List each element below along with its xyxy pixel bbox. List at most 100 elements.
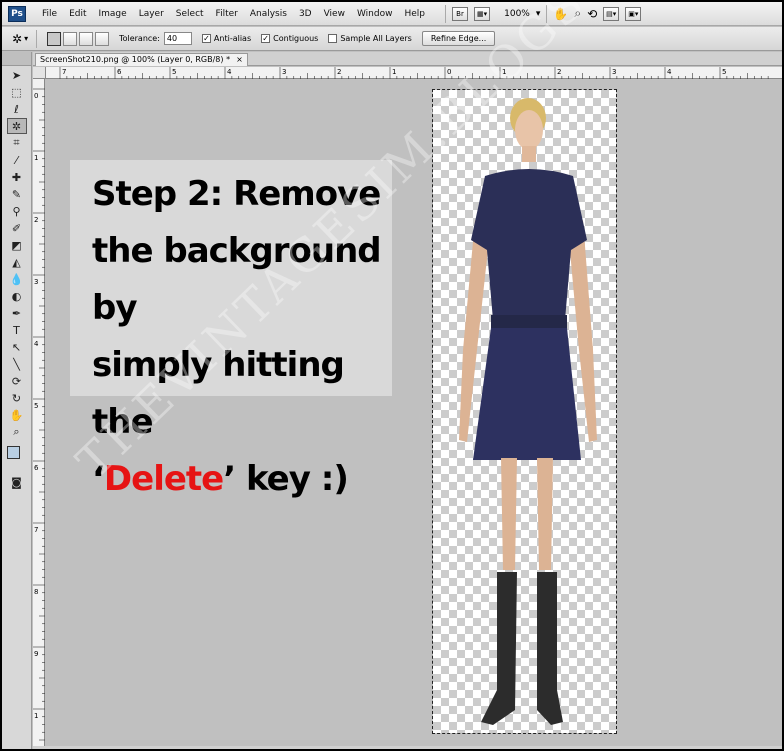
instruction-line-4-rest: ’ key :) <box>223 459 349 499</box>
view-extras-button[interactable]: ▦▾ <box>473 6 491 21</box>
ruler-label: 2 <box>34 216 38 224</box>
ruler-label: 4 <box>34 340 39 348</box>
ruler-label: 5 <box>722 68 726 76</box>
magic-wand-icon[interactable]: ✲ <box>12 32 22 46</box>
menu-help[interactable]: Help <box>398 9 431 19</box>
ruler-label: 5 <box>172 68 176 76</box>
ruler-label: 0 <box>447 68 451 76</box>
menu-filter[interactable]: Filter <box>210 9 244 19</box>
ruler-label: 8 <box>34 588 38 596</box>
foreground-color-swatch[interactable] <box>6 446 20 459</box>
3d-rotate-tool-icon[interactable]: ⟳ <box>7 373 27 389</box>
intersect-selection-button[interactable] <box>95 31 110 46</box>
contiguous-checkbox[interactable]: ✓ <box>261 34 271 43</box>
sample-all-layers-checkbox[interactable] <box>328 34 338 43</box>
menu-edit[interactable]: Edit <box>63 9 92 19</box>
crop-tool-icon[interactable]: ⌗ <box>7 135 27 151</box>
ruler-label: 1 <box>34 712 38 720</box>
brush-tool-icon[interactable]: ✎ <box>7 186 27 202</box>
menu-window[interactable]: Window <box>351 9 399 19</box>
bridge-button[interactable]: Br <box>451 6 468 21</box>
path-selection-tool-icon[interactable]: ↖ <box>7 339 27 355</box>
magic-wand-tool-icon[interactable]: ✲ <box>6 118 27 134</box>
ruler-label: 3 <box>34 278 38 286</box>
ruler-label: 6 <box>34 464 39 472</box>
zoom-icon[interactable]: ⌕ <box>574 6 581 21</box>
zoom-tool-icon[interactable]: ⌕ <box>7 424 27 440</box>
contiguous-label: Contiguous <box>273 34 319 43</box>
instruction-line-3: simply hitting the <box>92 345 345 442</box>
ruler-label: 4 <box>227 68 232 76</box>
3d-orbit-tool-icon[interactable]: ↻ <box>7 390 27 406</box>
close-icon[interactable]: × <box>236 54 243 66</box>
ruler-label: 0 <box>34 92 38 100</box>
marquee-tool-icon[interactable]: ⬚ <box>7 84 27 100</box>
menu-select[interactable]: Select <box>170 9 210 19</box>
vertical-ruler-ticks: 0 1 2 3 4 5 6 7 8 9 1 <box>33 88 45 749</box>
document-canvas[interactable] <box>432 89 617 734</box>
status-bar <box>33 746 782 749</box>
dodge-tool-icon[interactable]: ◐ <box>7 288 27 304</box>
blur-tool-icon[interactable]: 💧 <box>7 271 27 287</box>
gradient-tool-icon[interactable]: ◭ <box>7 254 27 270</box>
instruction-line-1: Step 2: Remove <box>92 174 381 214</box>
refine-edge-button[interactable]: Refine Edge... <box>421 31 496 46</box>
rotate-view-icon[interactable]: ⟲ <box>587 7 597 21</box>
ruler-label: 1 <box>34 154 38 162</box>
options-bar: ✲ ▾ Tolerance: ✓ Anti-alias ✓ Contiguous… <box>2 27 782 51</box>
ruler-origin[interactable] <box>33 67 46 79</box>
eyedropper-tool-icon[interactable]: ⁄ <box>7 152 27 168</box>
ruler-label: 2 <box>557 68 561 76</box>
instruction-line-4: ‘Delete’ key :) <box>92 451 392 508</box>
quick-mask-icon[interactable]: ◙ <box>7 474 27 490</box>
zoom-level[interactable]: 100% <box>504 9 530 19</box>
hand-icon[interactable]: ✋ <box>553 7 568 21</box>
tools-panel: ➤ ⬚ ℓ ✲ ⌗ ⁄ ✚ ✎ ⚲ ✐ ◩ ◭ 💧 ◐ ✒ T ↖ ╲ ⟳ ↻ … <box>2 52 32 749</box>
move-tool-icon[interactable]: ➤ <box>7 67 27 83</box>
canvas-area[interactable]: Step 2: Remove the background by simply … <box>46 2 782 746</box>
arrange-documents-button[interactable]: ▤▾ <box>603 6 620 21</box>
document-title: ScreenShot210.png @ 100% (Layer 0, RGB/8… <box>40 55 231 64</box>
chevron-down-icon[interactable]: ▾ <box>24 34 28 43</box>
menu-analysis[interactable]: Analysis <box>244 9 293 19</box>
ruler-label: 4 <box>667 68 672 76</box>
document-tab-bar: ScreenShot210.png @ 100% (Layer 0, RGB/8… <box>33 52 782 66</box>
ruler-label: 6 <box>117 68 122 76</box>
vertical-ruler[interactable]: 0 1 2 3 4 5 6 7 8 9 1 <box>33 79 45 749</box>
photoshop-window: Ps File Edit Image Layer Select Filter A… <box>0 0 784 751</box>
line-tool-icon[interactable]: ╲ <box>7 356 27 372</box>
sim-figure-image <box>459 98 597 725</box>
ruler-label: 3 <box>612 68 616 76</box>
ruler-label: 2 <box>337 68 341 76</box>
app-bar: Br ▦▾ 100% ▾ ✋ ⌕ ⟲ ▤▾ ▣▾ <box>444 4 642 23</box>
menu-file[interactable]: File <box>36 9 63 19</box>
anti-alias-checkbox[interactable]: ✓ <box>201 34 211 43</box>
horizontal-ruler[interactable]: 7 6 5 4 3 2 1 0 1 2 3 4 5 <box>46 67 782 79</box>
ruler-label: 1 <box>392 68 396 76</box>
menu-3d[interactable]: 3D <box>293 9 318 19</box>
new-selection-button[interactable] <box>47 31 62 46</box>
hand-tool-icon[interactable]: ✋ <box>7 407 27 423</box>
pen-tool-icon[interactable]: ✒ <box>7 305 27 321</box>
eraser-tool-icon[interactable]: ◩ <box>7 237 27 253</box>
subtract-from-selection-button[interactable] <box>79 31 94 46</box>
document-tab[interactable]: ScreenShot210.png @ 100% (Layer 0, RGB/8… <box>35 53 248 66</box>
type-tool-icon[interactable]: T <box>7 322 27 338</box>
add-to-selection-button[interactable] <box>63 31 78 46</box>
history-brush-tool-icon[interactable]: ✐ <box>7 220 27 236</box>
menu-view[interactable]: View <box>318 9 351 19</box>
quote-open: ‘ <box>92 459 105 499</box>
horizontal-ruler-ticks: 7 6 5 4 3 2 1 0 1 2 3 4 5 <box>59 67 769 79</box>
menu-layer[interactable]: Layer <box>133 9 170 19</box>
instruction-text: Step 2: Remove the background by simply … <box>92 166 392 508</box>
tolerance-input[interactable] <box>163 32 192 45</box>
menu-image[interactable]: Image <box>93 9 133 19</box>
clone-stamp-tool-icon[interactable]: ⚲ <box>7 203 27 219</box>
panel-grip[interactable] <box>2 52 31 66</box>
menu-bar: Ps File Edit Image Layer Select Filter A… <box>2 2 782 26</box>
color-swatches[interactable] <box>5 444 29 470</box>
screen-mode-button[interactable]: ▣▾ <box>625 6 642 21</box>
lasso-tool-icon[interactable]: ℓ <box>7 101 27 117</box>
chevron-down-icon[interactable]: ▾ <box>536 9 541 19</box>
healing-tool-icon[interactable]: ✚ <box>7 169 27 185</box>
